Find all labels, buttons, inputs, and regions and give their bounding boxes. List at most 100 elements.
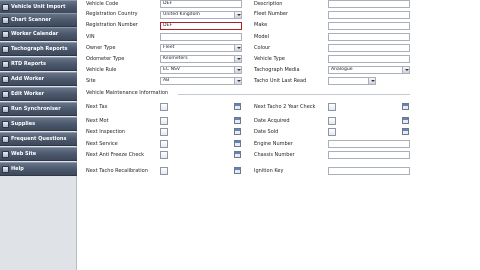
calendar-icon[interactable]	[234, 128, 241, 135]
sidebar-item-label: Worker Calendar	[11, 31, 59, 37]
sidebar-item-web-site[interactable]: Web Site	[0, 147, 77, 161]
report-icon	[2, 60, 9, 68]
vehicle-rule-select[interactable]: EC NSV	[160, 66, 242, 74]
odometer-type-select[interactable]: Kilometers	[160, 55, 242, 63]
make-label: Make	[254, 22, 268, 28]
registration-country-select[interactable]: United Kingdom	[160, 11, 242, 19]
engine-number-label: Engine Number	[254, 141, 293, 147]
sidebar-item-rtd-reports[interactable]: RTD Reports	[0, 57, 77, 71]
registration-country-label: Registration Country	[86, 11, 138, 17]
date-sold-label: Date Sold	[254, 129, 279, 135]
chevron-down-icon[interactable]	[234, 67, 241, 73]
ignition-key-input[interactable]	[328, 167, 410, 175]
sidebar-item-label: Supplies	[11, 121, 36, 127]
model-label: Model	[254, 34, 270, 40]
globe-icon	[2, 150, 9, 158]
sidebar-item-tachograph-reports[interactable]: Tachograph Reports	[0, 42, 77, 56]
next-service-date-checkbox[interactable]	[160, 140, 168, 148]
chevron-down-icon[interactable]	[234, 45, 241, 51]
site-select[interactable]: AB	[160, 77, 242, 85]
help-icon	[2, 135, 9, 143]
chevron-down-icon[interactable]	[234, 12, 241, 18]
next-tax-date-checkbox[interactable]	[160, 103, 168, 111]
edit-user-icon	[2, 90, 9, 98]
add-user-icon	[2, 75, 9, 83]
maintenance-section-title: Vehicle Maintenance Information	[86, 90, 169, 96]
site-value: AB	[163, 78, 170, 83]
sidebar-item-help[interactable]: Help	[0, 162, 77, 176]
next-tacho-recalibration-date-checkbox[interactable]	[160, 167, 168, 175]
calendar-icon[interactable]	[234, 117, 241, 124]
fleet-number-label: Fleet Number	[254, 11, 289, 17]
sidebar-item-label: Vehicle Unit Import	[11, 4, 66, 10]
sidebar-item-vehicle-unit-import[interactable]: Vehicle Unit Import	[0, 0, 77, 14]
chevron-down-icon[interactable]	[368, 78, 375, 84]
tachograph-media-label: Tachograph Media	[254, 67, 300, 73]
import-icon	[2, 3, 9, 11]
sidebar-item-edit-worker[interactable]: Edit Worker	[0, 87, 77, 101]
date-acquired-checkbox[interactable]	[328, 117, 336, 125]
sidebar-item-run-synchroniser[interactable]: Run Synchroniser	[0, 102, 77, 116]
chassis-number-input[interactable]	[328, 151, 410, 159]
sidebar-item-label: Add Worker	[11, 76, 45, 82]
description-input[interactable]	[328, 0, 410, 8]
section-divider	[178, 94, 410, 95]
next-tacho-2-year-check-label: Next Tacho 2 Year Check	[254, 104, 316, 110]
chevron-down-icon[interactable]	[402, 67, 409, 73]
next-tacho-2-year-check-date-checkbox[interactable]	[328, 103, 336, 111]
registration-number-input[interactable]: DEF	[160, 22, 242, 30]
date-acquired-label: Date Acquired	[254, 118, 290, 124]
vin-label: VIN	[86, 34, 95, 40]
tachograph-media-select[interactable]: Analogue	[328, 66, 410, 74]
chevron-down-icon[interactable]	[234, 78, 241, 84]
owner-type-select[interactable]: Fleet	[160, 44, 242, 52]
sidebar-item-label: Tachograph Reports	[11, 46, 68, 52]
ignition-key-label: Ignition Key	[254, 168, 284, 174]
chassis-number-label: Chassis Number	[254, 152, 295, 158]
engine-number-input[interactable]	[328, 140, 410, 148]
next-anti-freeze-check-date-checkbox[interactable]	[160, 151, 168, 159]
sidebar-item-label: Chart Scanner	[11, 17, 52, 23]
calendar-icon	[2, 30, 9, 38]
tacho-unit-last-read-label: Tacho Unit Last Read	[254, 78, 307, 84]
sidebar-item-worker-calendar[interactable]: Worker Calendar	[0, 27, 77, 41]
next-service-label: Next Service	[86, 141, 118, 147]
vehicle-form: Vehicle Code Registration Country Regist…	[78, 0, 480, 270]
help-icon	[2, 165, 9, 173]
sidebar-item-label: Web Site	[11, 151, 37, 157]
calendar-icon[interactable]	[402, 117, 409, 124]
sync-icon	[2, 105, 9, 113]
registration-country-value: United Kingdom	[163, 12, 200, 17]
vin-input[interactable]	[160, 33, 242, 41]
colour-label: Colour	[254, 45, 271, 51]
next-tacho-recalibration-label: Next Tacho Recalibration	[86, 168, 148, 174]
calendar-icon[interactable]	[402, 103, 409, 110]
sidebar-item-frequent-questions[interactable]: Frequent Questions	[0, 132, 77, 146]
vehicle-rule-value: EC NSV	[163, 67, 181, 72]
vehicle-type-input[interactable]	[328, 55, 410, 63]
sidebar-item-supplies[interactable]: Supplies	[0, 117, 77, 131]
odometer-type-value: Kilometers	[163, 56, 188, 61]
fleet-number-input[interactable]	[328, 11, 410, 19]
reports-icon	[2, 45, 9, 53]
colour-input[interactable]	[328, 44, 410, 52]
tacho-unit-last-read-select[interactable]	[328, 77, 376, 85]
chevron-down-icon[interactable]	[234, 56, 241, 62]
calendar-icon[interactable]	[234, 103, 241, 110]
make-input[interactable]	[328, 22, 410, 30]
next-inspection-date-checkbox[interactable]	[160, 128, 168, 136]
calendar-icon[interactable]	[234, 140, 241, 147]
vehicle-code-input[interactable]: DEF	[160, 0, 242, 8]
next-mot-date-checkbox[interactable]	[160, 117, 168, 125]
date-sold-checkbox[interactable]	[328, 128, 336, 136]
calendar-icon[interactable]	[234, 167, 241, 174]
calendar-icon[interactable]	[402, 128, 409, 135]
sidebar-item-add-worker[interactable]: Add Worker	[0, 72, 77, 86]
description-label: Description	[254, 1, 283, 7]
sidebar-item-label: Run Synchroniser	[11, 106, 61, 112]
model-input[interactable]	[328, 33, 410, 41]
scanner-icon	[2, 16, 9, 24]
calendar-icon[interactable]	[234, 151, 241, 158]
sidebar: Vehicle Unit Import Chart Scanner Worker…	[0, 0, 77, 270]
sidebar-item-chart-scanner[interactable]: Chart Scanner	[0, 13, 77, 27]
